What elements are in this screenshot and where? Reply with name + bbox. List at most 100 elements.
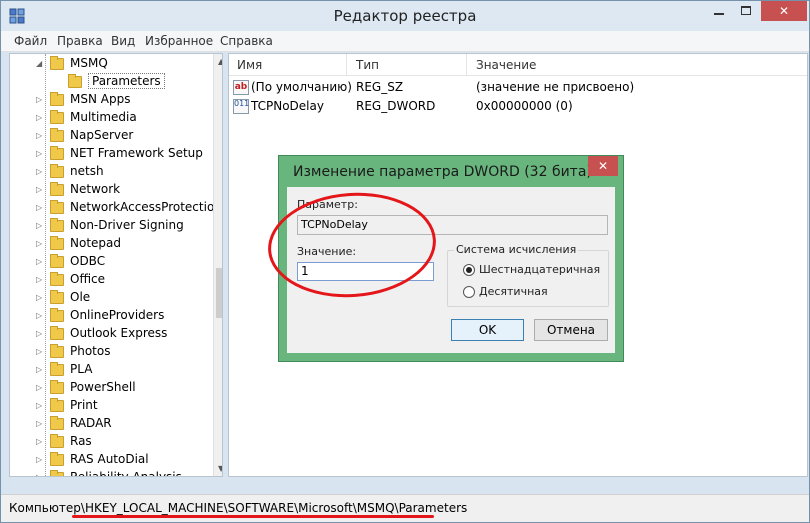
tree-item-label[interactable]: NET Framework Setup	[70, 146, 203, 160]
expand-icon[interactable]: ▷	[36, 239, 44, 248]
column-name[interactable]: Имя	[237, 58, 262, 72]
menu-file[interactable]: Файл	[14, 34, 47, 48]
scroll-thumb[interactable]	[216, 268, 222, 318]
tree-item-label[interactable]: ODBC	[70, 254, 105, 268]
scroll-up-icon[interactable]: ▲	[218, 57, 222, 66]
column-divider[interactable]	[346, 54, 347, 76]
title-bar[interactable]: Редактор реестра ✕	[1, 1, 809, 31]
tree-item[interactable]: Parameters	[10, 73, 206, 91]
tree-item[interactable]: ▷ Notepad	[10, 235, 206, 253]
tree-item-label[interactable]: RAS AutoDial	[70, 452, 149, 466]
tree-item[interactable]: ▷ MSN Apps	[10, 91, 206, 109]
tree-item-label[interactable]: MSMQ	[70, 56, 108, 70]
tree-item[interactable]: ▷ Multimedia	[10, 109, 206, 127]
radio-decimal-label[interactable]: Десятичная	[479, 285, 548, 298]
tree-item[interactable]: ▷ Ras	[10, 433, 206, 451]
tree-item-label[interactable]: PLA	[70, 362, 92, 376]
tree-item-label[interactable]: Reliability Analysis	[70, 470, 182, 476]
tree-item-label[interactable]: Office	[70, 272, 105, 286]
tree-item[interactable]: ▷ RAS AutoDial	[10, 451, 206, 469]
dialog-close-button[interactable]: ✕	[588, 156, 618, 176]
menu-help[interactable]: Справка	[220, 34, 273, 48]
tree-item[interactable]: ▷ ODBC	[10, 253, 206, 271]
radio-hex[interactable]	[463, 264, 475, 276]
tree-item-label[interactable]: Photos	[70, 344, 110, 358]
tree-item-label[interactable]: Print	[70, 398, 98, 412]
tree-item[interactable]: ▷ PLA	[10, 361, 206, 379]
tree-item[interactable]: ▷ Outlook Express	[10, 325, 206, 343]
tree-item-label[interactable]: Outlook Express	[70, 326, 167, 340]
menu-favorites[interactable]: Избранное	[145, 34, 213, 48]
tree-item[interactable]: ▷ Photos	[10, 343, 206, 361]
expand-icon[interactable]: ▷	[36, 473, 44, 476]
expand-icon[interactable]: ▷	[36, 185, 44, 194]
registry-tree[interactable]: ◢ MSMQ Parameters ▷ MSN Apps ▷ Multimedia ▷ NapS…	[9, 53, 223, 477]
expand-icon[interactable]: ▷	[36, 257, 44, 266]
menu-edit[interactable]: Правка	[57, 34, 103, 48]
expand-icon[interactable]: ▷	[36, 221, 44, 230]
expand-icon[interactable]: ▷	[36, 329, 44, 338]
tree-item[interactable]: ▷ Print	[10, 397, 206, 415]
scroll-down-icon[interactable]: ▼	[218, 464, 222, 473]
tree-item[interactable]: ▷ Ole	[10, 289, 206, 307]
expand-icon[interactable]: ▷	[36, 131, 44, 140]
ok-button[interactable]: OK	[451, 319, 524, 341]
tree-item-label[interactable]: Multimedia	[70, 110, 137, 124]
expand-icon[interactable]: ▷	[36, 95, 44, 104]
list-item[interactable]: ab (По умолчанию) REG_SZ (значение не пр…	[229, 79, 807, 97]
tree-item-label[interactable]: Network	[70, 182, 120, 196]
tree-item[interactable]: ▷ Reliability Analysis	[10, 469, 206, 476]
expand-icon[interactable]: ▷	[36, 203, 44, 212]
tree-item[interactable]: ▷ NetworkAccessProtection	[10, 199, 222, 217]
close-button[interactable]: ✕	[761, 1, 807, 21]
minimize-button[interactable]	[707, 1, 733, 21]
expand-icon[interactable]: ▷	[36, 149, 44, 158]
tree-item[interactable]: ▷ Non-Driver Signing	[10, 217, 206, 235]
tree-item-label[interactable]: Notepad	[70, 236, 121, 250]
tree-item-label[interactable]: Non-Driver Signing	[70, 218, 184, 232]
expand-icon[interactable]: ▷	[36, 365, 44, 374]
tree-item[interactable]: ▷ Network	[10, 181, 206, 199]
tree-item-label[interactable]: Ras	[70, 434, 92, 448]
radio-decimal[interactable]	[463, 286, 475, 298]
tree-item[interactable]: ▷ NET Framework Setup	[10, 145, 206, 163]
tree-item-label[interactable]: netsh	[70, 164, 104, 178]
expand-icon[interactable]: ▷	[36, 419, 44, 428]
tree-item-label[interactable]: Ole	[70, 290, 90, 304]
tree-item[interactable]: ▷ Office	[10, 271, 206, 289]
tree-item-label[interactable]: NetworkAccessProtection	[70, 200, 222, 214]
column-value[interactable]: Значение	[476, 58, 536, 72]
collapse-icon[interactable]: ◢	[36, 59, 44, 68]
expand-icon[interactable]: ▷	[36, 275, 44, 284]
radio-hex-label[interactable]: Шестнадцатеричная	[479, 263, 600, 276]
column-type[interactable]: Тип	[356, 58, 379, 72]
expand-icon[interactable]: ▷	[36, 113, 44, 122]
expand-icon[interactable]: ▷	[36, 437, 44, 446]
tree-item[interactable]: ◢ MSMQ	[10, 55, 206, 73]
tree-scrollbar[interactable]: ▲ ▼	[213, 54, 222, 476]
column-divider[interactable]	[466, 54, 467, 76]
tree-item[interactable]: ▷ PowerShell	[10, 379, 206, 397]
tree-item[interactable]: ▷ OnlineProviders	[10, 307, 206, 325]
tree-item[interactable]: ▷ NapServer	[10, 127, 206, 145]
menu-view[interactable]: Вид	[111, 34, 135, 48]
list-item[interactable]: 011 TCPNoDelay REG_DWORD 0x00000000 (0)	[229, 98, 807, 116]
tree-item-label[interactable]: MSN Apps	[70, 92, 130, 106]
folder-icon	[50, 308, 64, 322]
expand-icon[interactable]: ▷	[36, 401, 44, 410]
expand-icon[interactable]: ▷	[36, 311, 44, 320]
tree-item-label[interactable]: RADAR	[70, 416, 112, 430]
tree-item[interactable]: ▷ netsh	[10, 163, 206, 181]
expand-icon[interactable]: ▷	[36, 383, 44, 392]
tree-item-label[interactable]: PowerShell	[70, 380, 136, 394]
folder-icon	[50, 128, 64, 142]
expand-icon[interactable]: ▷	[36, 347, 44, 356]
cancel-button[interactable]: Отмена	[534, 319, 608, 341]
tree-item-label[interactable]: Parameters	[88, 73, 165, 89]
expand-icon[interactable]: ▷	[36, 455, 44, 464]
tree-item-label[interactable]: OnlineProviders	[70, 308, 164, 322]
tree-item[interactable]: ▷ RADAR	[10, 415, 206, 433]
expand-icon[interactable]: ▷	[36, 167, 44, 176]
expand-icon[interactable]: ▷	[36, 293, 44, 302]
tree-item-label[interactable]: NapServer	[70, 128, 133, 142]
